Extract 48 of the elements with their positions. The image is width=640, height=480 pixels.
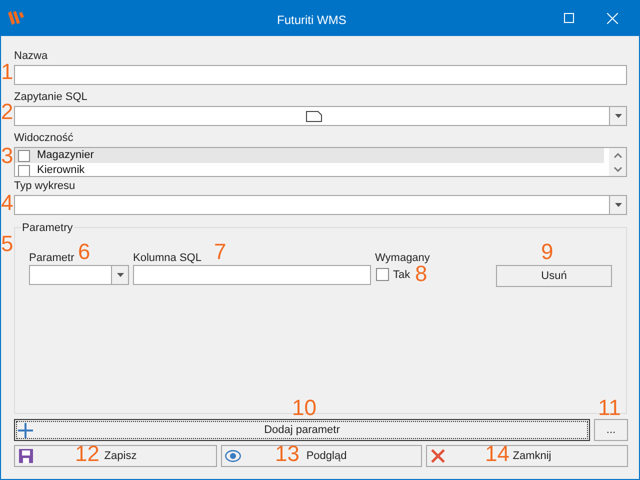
eye-icon	[225, 450, 241, 462]
annotation-number: 14	[485, 442, 510, 466]
dropdown-icon	[614, 114, 622, 118]
annotation-number: 9	[541, 240, 554, 264]
checkbox[interactable]	[18, 164, 30, 176]
logo-icon	[8, 11, 24, 25]
annotation-number: 13	[275, 442, 300, 466]
item-label: Kierownik	[37, 164, 85, 176]
plus-icon	[18, 423, 33, 438]
field-label: Zapytanie SQL	[14, 91, 88, 105]
field-label: Typ wykresu	[14, 180, 76, 194]
annotation-number: 3	[1, 144, 14, 168]
annotation-number: 6	[78, 240, 90, 264]
combo-box[interactable]	[14, 195, 627, 215]
checkbox[interactable]	[376, 268, 389, 281]
dropdown-icon	[116, 273, 124, 277]
maximize-icon[interactable]	[564, 13, 574, 23]
column-input[interactable]	[133, 265, 371, 285]
annotation-number: 11	[598, 396, 621, 420]
annotation-number: 4	[1, 191, 14, 215]
annotation-number: 12	[75, 442, 100, 466]
scroll-down-icon[interactable]	[614, 166, 622, 172]
scroll-up-icon[interactable]	[614, 152, 622, 158]
annotation-number: 2	[1, 100, 14, 124]
annotation-number: 5	[1, 232, 14, 256]
checkbox[interactable]	[18, 150, 30, 162]
remove-button[interactable]: Usuń	[496, 265, 612, 287]
group-title: Parametry	[21, 220, 74, 236]
annotation-number: 10	[292, 396, 316, 420]
parameter-combo[interactable]	[29, 265, 129, 285]
text-input[interactable]	[14, 65, 627, 85]
dropdown-icon	[614, 203, 622, 207]
add-parameter-button[interactable]: Dodaj parametr	[14, 419, 590, 441]
annotation-number: 1	[1, 60, 14, 84]
close-icon	[431, 449, 445, 463]
document-icon	[306, 111, 322, 122]
combo-box[interactable]	[14, 106, 627, 126]
field-label: Nazwa	[14, 50, 49, 64]
close-icon[interactable]	[607, 13, 618, 24]
checkbox-label: Tak	[393, 268, 410, 283]
field-label: Kolumna SQL	[133, 251, 202, 266]
window-title: Futuriti WMS	[277, 12, 346, 29]
list-item[interactable]: Magazynier	[15, 148, 604, 163]
field-label: Widoczność	[14, 132, 74, 146]
more-button[interactable]: ...	[594, 419, 628, 441]
item-label: Magazynier	[37, 149, 94, 162]
field-label: Parametr	[29, 251, 74, 266]
annotation-number: 7	[214, 240, 226, 264]
